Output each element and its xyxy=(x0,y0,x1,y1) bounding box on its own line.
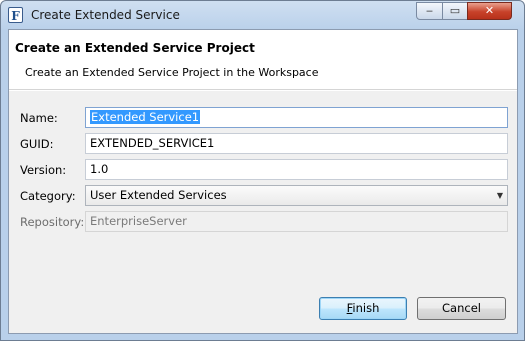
finish-button[interactable]: Finish xyxy=(319,297,407,320)
wizard-banner: Create an Extended Service Project Creat… xyxy=(9,30,517,90)
dialog-window: F Create Extended Service ‒ ▭ ✕ Create a… xyxy=(0,0,525,341)
category-label: Category: xyxy=(20,189,76,203)
cancel-button[interactable]: Cancel xyxy=(417,297,506,320)
finish-label: inish xyxy=(352,301,380,315)
minimize-button[interactable]: ‒ xyxy=(416,2,443,20)
maximize-button[interactable]: ▭ xyxy=(442,2,468,20)
close-button[interactable]: ✕ xyxy=(467,2,512,20)
banner-divider xyxy=(9,90,517,91)
guid-label: GUID: xyxy=(20,137,54,151)
app-icon: F xyxy=(8,7,23,23)
maximize-icon: ▭ xyxy=(449,4,461,17)
window-title: Create Extended Service xyxy=(31,8,180,22)
version-label: Version: xyxy=(20,163,67,177)
title-bar[interactable]: F Create Extended Service ‒ ▭ ✕ xyxy=(1,1,524,29)
repository-label: Repository: xyxy=(20,215,85,229)
banner-description: Create an Extended Service Project in th… xyxy=(25,66,319,79)
close-icon: ✕ xyxy=(484,4,495,17)
guid-input[interactable]: EXTENDED_SERVICE1 xyxy=(85,133,508,154)
repository-input: EnterpriseServer xyxy=(85,211,508,232)
category-select-value: User Extended Services xyxy=(90,188,227,202)
minimize-icon: ‒ xyxy=(426,4,433,17)
dialog-content: Create an Extended Service Project Creat… xyxy=(8,29,518,334)
banner-title: Create an Extended Service Project xyxy=(15,41,255,55)
category-select[interactable]: User Extended Services ▼ xyxy=(85,185,508,206)
name-input[interactable]: Extended Service1 xyxy=(85,107,508,128)
name-input-value: Extended Service1 xyxy=(90,110,201,124)
version-input[interactable]: 1.0 xyxy=(85,159,508,180)
chevron-down-icon[interactable]: ▼ xyxy=(497,186,503,205)
name-label: Name: xyxy=(20,111,58,125)
